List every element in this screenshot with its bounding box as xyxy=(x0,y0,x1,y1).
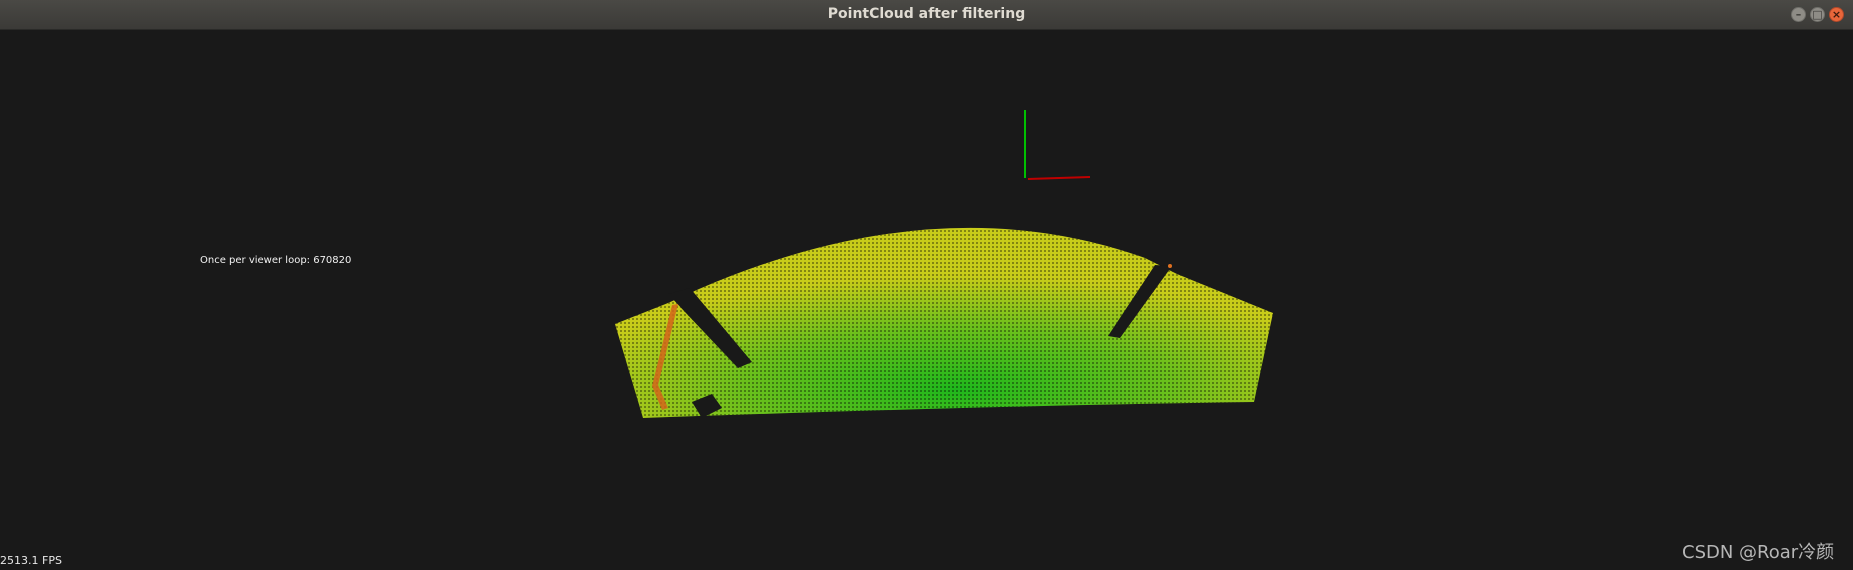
window-title: PointCloud after filtering xyxy=(827,6,1026,22)
minimize-button[interactable]: – xyxy=(1791,7,1806,22)
watermark-text: CSDN @Roar冷颜 xyxy=(1682,542,1835,563)
maximize-button[interactable]: □ xyxy=(1810,7,1825,22)
pointcloud-viewer-window: PointCloud after filtering – □ × Once pe… xyxy=(0,0,1853,570)
edge-point-right xyxy=(1168,264,1172,268)
x-axis-line xyxy=(1027,176,1091,180)
viewer-loop-text: Once per viewer loop: 670820 xyxy=(200,255,352,266)
3d-viewport[interactable]: Once per viewer loop: 670820 2513.1 FPS … xyxy=(0,30,1853,570)
point-cloud-surface xyxy=(615,227,1273,418)
title-bar[interactable]: PointCloud after filtering – □ × xyxy=(0,0,1853,30)
fps-counter: 2513.1 FPS xyxy=(0,554,62,567)
point-cloud-render xyxy=(615,110,1273,418)
close-button[interactable]: × xyxy=(1829,7,1844,22)
